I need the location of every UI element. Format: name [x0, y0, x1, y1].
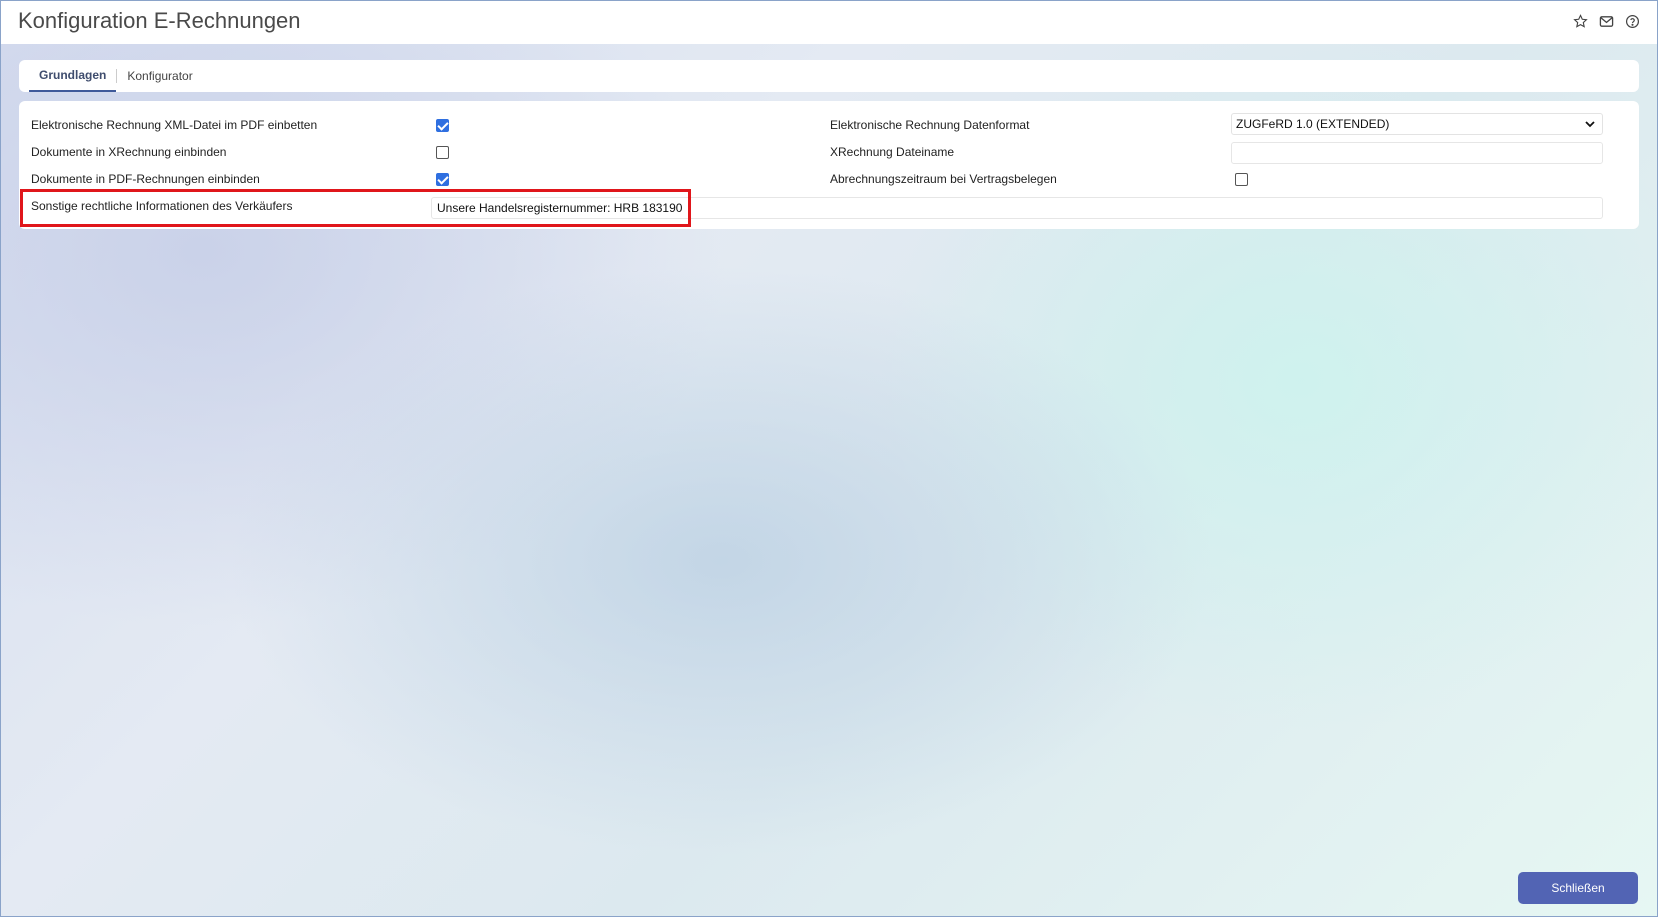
legal-info-input[interactable]: Unsere Handelsregisternummer: HRB 183190 [431, 197, 1603, 219]
tab-grundlagen[interactable]: Grundlagen [29, 60, 117, 92]
xrechnung-docs-checkbox[interactable] [436, 146, 449, 159]
tab-konfigurator[interactable]: Konfigurator [117, 60, 202, 92]
datenformat-label: Elektronische Rechnung Datenformat [830, 118, 1030, 132]
row-xrechnung-docs: Dokumente in XRechnung einbinden [31, 140, 226, 164]
app-window: Konfiguration E-Rechnungen Grundlagen Ko… [0, 0, 1658, 917]
row-legal-info: Sonstige rechtliche Informationen des Ve… [31, 194, 292, 218]
datenformat-select[interactable]: ZUGFeRD 1.0 (EXTENDED) [1231, 113, 1603, 135]
row-xml-embed: Elektronische Rechnung XML-Datei im PDF … [31, 113, 317, 137]
help-icon[interactable] [1623, 12, 1641, 30]
settings-panel: Elektronische Rechnung XML-Datei im PDF … [19, 101, 1639, 229]
abrechnung-label: Abrechnungszeitraum bei Vertragsbelegen [830, 172, 1057, 186]
xml-embed-label: Elektronische Rechnung XML-Datei im PDF … [31, 118, 318, 132]
xml-embed-checkbox[interactable] [436, 119, 449, 132]
title-bar: Konfiguration E-Rechnungen [1, 1, 1657, 44]
title-icons [1571, 12, 1641, 30]
chevron-down-icon [1585, 121, 1595, 128]
row-abrechnung: Abrechnungszeitraum bei Vertragsbelegen [830, 167, 1057, 191]
xrechnung-docs-label: Dokumente in XRechnung einbinden [31, 145, 227, 159]
dateiname-label: XRechnung Dateiname [830, 145, 955, 159]
mail-icon[interactable] [1597, 12, 1615, 30]
row-dateiname: XRechnung Dateiname [830, 140, 954, 164]
dateiname-input[interactable] [1231, 142, 1603, 164]
close-button[interactable]: Schließen [1518, 872, 1638, 904]
page-title: Konfiguration E-Rechnungen [18, 8, 301, 33]
star-icon[interactable] [1571, 12, 1589, 30]
row-datenformat: Elektronische Rechnung Datenformat [830, 113, 1029, 137]
pdf-docs-checkbox[interactable] [436, 173, 449, 186]
pdf-docs-label: Dokumente in PDF-Rechnungen einbinden [31, 172, 260, 186]
legal-info-value: Unsere Handelsregisternummer: HRB 183190 [437, 201, 683, 215]
abrechnung-checkbox[interactable] [1235, 173, 1248, 186]
tab-bar: Grundlagen Konfigurator [19, 60, 1639, 92]
datenformat-value: ZUGFeRD 1.0 (EXTENDED) [1236, 117, 1390, 131]
row-pdf-docs: Dokumente in PDF-Rechnungen einbinden [31, 167, 260, 191]
legal-info-label: Sonstige rechtliche Informationen des Ve… [31, 199, 293, 213]
